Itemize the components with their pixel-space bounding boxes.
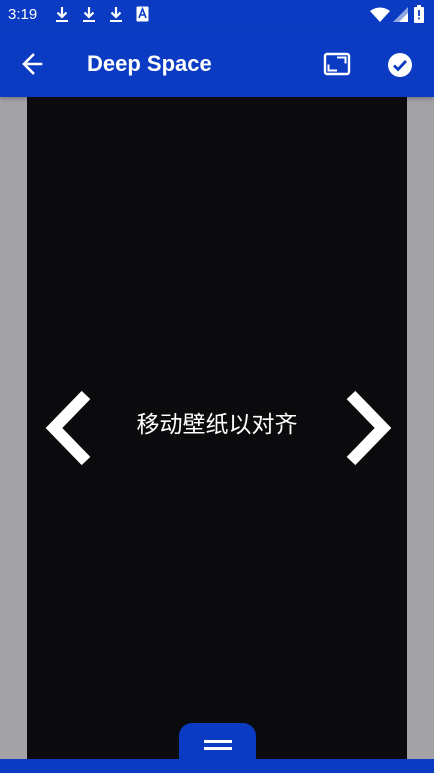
drawer-handle[interactable] <box>179 723 256 773</box>
apply-button[interactable] <box>385 50 415 80</box>
signal-icon <box>393 7 408 22</box>
arrow-left-icon <box>22 53 43 75</box>
app-bar: Deep Space <box>0 30 434 97</box>
check-circle-icon <box>388 53 412 77</box>
download-icon <box>83 7 95 22</box>
wallpaper-preview[interactable]: 移动壁纸以对齐 <box>27 97 407 759</box>
download-icon <box>110 7 122 22</box>
scroll-right-button[interactable] <box>337 389 395 467</box>
download-icon <box>56 7 68 22</box>
crop-free-button[interactable] <box>321 49 353 79</box>
back-button[interactable] <box>18 50 50 78</box>
status-bar: 3:19 <box>0 0 434 30</box>
status-time: 3:19 <box>8 6 38 23</box>
page-title: Deep Space <box>87 51 212 76</box>
drag-handle-icon <box>204 740 232 750</box>
chevron-right-icon <box>346 390 392 466</box>
font-app-icon <box>136 6 149 22</box>
crop-free-icon <box>323 52 351 76</box>
wifi-icon <box>370 7 390 22</box>
battery-icon <box>414 5 424 23</box>
